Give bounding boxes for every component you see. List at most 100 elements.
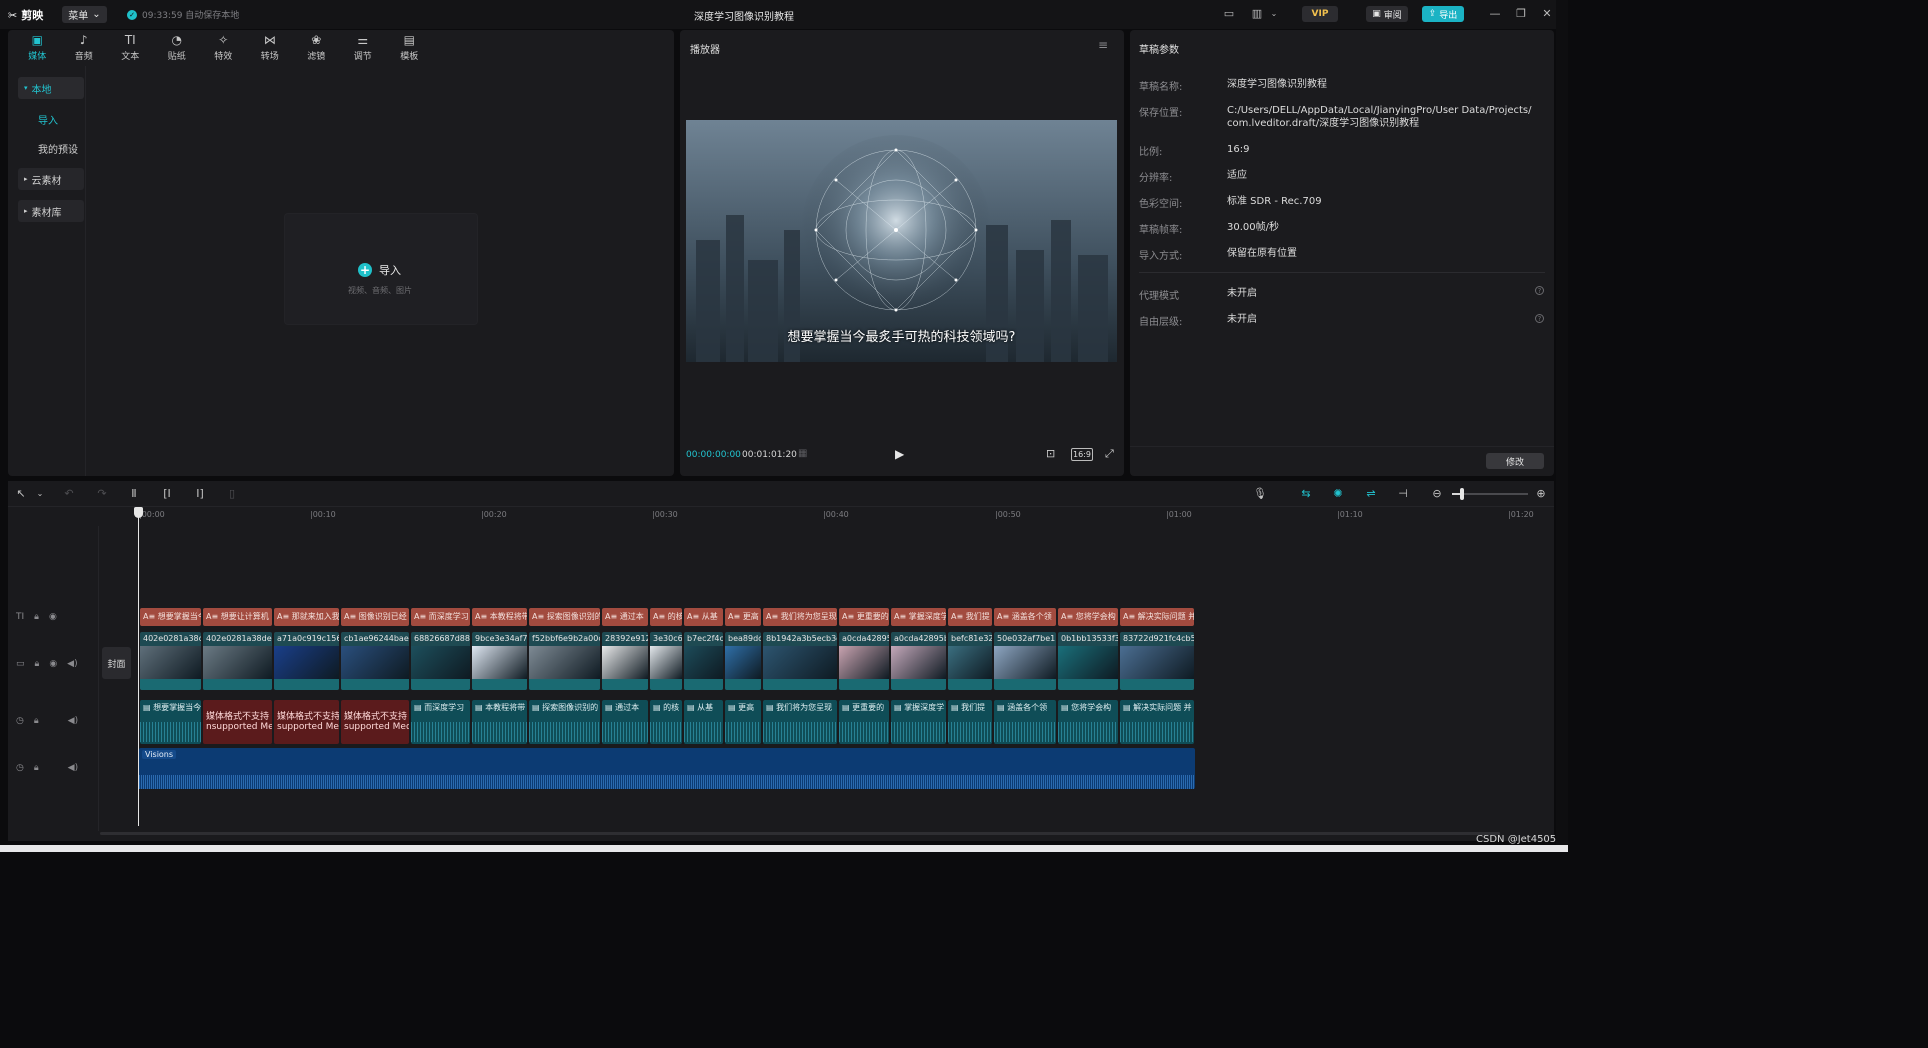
link-main-track-icon[interactable]: ⇆ <box>1298 487 1314 501</box>
video-clip[interactable]: 50e032af7be1l <box>994 632 1056 690</box>
speaker-icon[interactable]: ◀) <box>67 659 77 669</box>
timeline-scrollbar[interactable] <box>100 832 1500 835</box>
zoom-in-icon[interactable]: ⊕ <box>1534 487 1548 501</box>
unsupported-audio-clip[interactable]: 媒体格式不支持 supported Mec <box>274 700 339 744</box>
video-clip[interactable]: cb1ae96244bae8 <box>341 632 409 690</box>
video-clip[interactable]: 402e0281a38dec <box>203 632 272 690</box>
split-icon[interactable]: Ⅱ <box>127 487 141 501</box>
text-clip[interactable]: A≡ 掌握深度学 <box>891 608 946 626</box>
video-clip[interactable]: 3e30c6 <box>650 632 682 690</box>
video-clip[interactable]: 68826687d88 <box>411 632 470 690</box>
unsupported-audio-clip[interactable]: 媒体格式不支持 supported Med <box>341 700 409 744</box>
audio-clip[interactable]: ▤ 的核 <box>650 700 682 744</box>
text-clip[interactable]: A≡ 本教程将带 <box>472 608 527 626</box>
text-clip[interactable]: A≡ 的核 <box>650 608 682 626</box>
tab-media[interactable]: ▣ 媒体 <box>14 30 61 65</box>
video-clip[interactable]: 83722d921fc4cb5 <box>1120 632 1194 690</box>
select-tool-icon[interactable]: ↖ <box>14 487 28 501</box>
zoom-slider-handle[interactable] <box>1460 488 1464 500</box>
ratio-button[interactable]: 16:9 <box>1071 448 1093 461</box>
lock-icon[interactable]: 🔒︎ <box>35 659 40 669</box>
video-clip[interactable]: 9bce3e34af7 <box>472 632 527 690</box>
audio-clip[interactable]: ▤ 本教程将带 <box>472 700 527 744</box>
sidebar-item-cloud[interactable]: ▸ 云素材 <box>18 168 84 190</box>
lock-icon[interactable]: 🔒︎ <box>34 612 39 622</box>
fullscreen-icon[interactable]: ⤢ <box>1105 447 1114 461</box>
trim-right-icon[interactable]: Ⅰ] <box>193 487 207 501</box>
sidebar-item-library[interactable]: ▸ 素材库 <box>18 200 84 222</box>
text-clip[interactable]: A≡ 通过本 <box>602 608 648 626</box>
minimize-icon[interactable]: — <box>1488 7 1502 21</box>
tab-template[interactable]: ▤ 模板 <box>386 30 433 65</box>
video-clip[interactable]: f52bbf6e9b2a00c <box>529 632 600 690</box>
help-icon[interactable]: ? <box>1535 286 1544 295</box>
tab-transition[interactable]: ⋈ 转场 <box>247 30 294 65</box>
video-clip[interactable]: 8b1942a3b5ecb3d <box>763 632 837 690</box>
text-clip[interactable]: A≡ 探索图像识别的 <box>529 608 600 626</box>
text-clip[interactable]: A≡ 我们提 <box>948 608 992 626</box>
lock-icon[interactable]: 🔒︎ <box>34 763 39 773</box>
screenshot-icon[interactable]: ⊡ <box>1046 447 1055 460</box>
zoom-out-icon[interactable]: ⊖ <box>1430 487 1444 501</box>
trim-left-icon[interactable]: [Ⅰ <box>160 487 174 501</box>
cover-button[interactable]: 封面 <box>102 647 131 679</box>
review-button[interactable]: ▣ 审阅 <box>1366 6 1408 22</box>
sidebar-item-import[interactable]: 导入 <box>18 108 84 130</box>
delete-icon[interactable]: ▯ <box>225 487 239 501</box>
chevron-down-icon[interactable]: ⌄ <box>1266 7 1282 21</box>
text-clip[interactable]: A≡ 而深度学习 <box>411 608 470 626</box>
restore-icon[interactable]: ❐ <box>1514 7 1528 21</box>
audio-clip[interactable]: ▤ 从基 <box>684 700 723 744</box>
tab-sticker[interactable]: ◔ 贴纸 <box>154 30 201 65</box>
sidebar-item-local[interactable]: ▾ 本地 <box>18 77 84 99</box>
video-clip[interactable]: 28392e912 <box>602 632 648 690</box>
sidebar-item-my-presets[interactable]: 我的预设 <box>18 137 84 159</box>
text-clip[interactable]: A≡ 想要掌握当今 <box>140 608 201 626</box>
preview-axis-icon[interactable]: ⊣ <box>1396 487 1410 501</box>
export-button[interactable]: ⇪ 导出 <box>1422 6 1464 22</box>
audio-clip[interactable]: ▤ 通过本 <box>602 700 648 744</box>
video-clip[interactable]: a71a0c919c156 <box>274 632 339 690</box>
tab-effects[interactable]: ✧ 特效 <box>200 30 247 65</box>
modify-button[interactable]: 修改 <box>1486 453 1544 469</box>
close-icon[interactable]: ✕ <box>1540 7 1554 21</box>
hamburger-icon[interactable]: ≡ <box>1098 38 1108 52</box>
eye-icon[interactable]: ◉ <box>49 659 57 669</box>
text-clip[interactable]: A≡ 您将学会构 <box>1058 608 1118 626</box>
video-clip[interactable]: a0cda42895 <box>839 632 889 690</box>
tab-text[interactable]: TI 文本 <box>107 30 154 65</box>
tab-filter[interactable]: ❀ 滤镜 <box>293 30 340 65</box>
eye-icon[interactable]: ◉ <box>49 612 57 622</box>
microphone-icon[interactable]: 🎙 <box>1253 487 1267 501</box>
video-clip[interactable]: b7ec2f4c <box>684 632 723 690</box>
audio-clip[interactable]: ▤ 您将学会构 <box>1058 700 1118 744</box>
subtitle-icon[interactable]: ▭ <box>1221 7 1237 21</box>
video-clip[interactable]: befc81e32 <box>948 632 992 690</box>
text-clip[interactable]: A≡ 那就来加入我 <box>274 608 339 626</box>
audio-clip[interactable]: ▤ 想要掌握当今 <box>140 700 201 744</box>
tab-adjust[interactable]: ⚌ 调节 <box>340 30 387 65</box>
lock-icon[interactable]: 🔒︎ <box>34 716 39 726</box>
text-clip[interactable]: A≡ 图像识别已经 <box>341 608 409 626</box>
play-icon[interactable]: ▶ <box>895 447 909 461</box>
tab-audio[interactable]: ♪ 音频 <box>61 30 108 65</box>
unsupported-audio-clip[interactable]: 媒体格式不支持nsupported Med <box>203 700 272 744</box>
text-clip[interactable]: A≡ 涵盖各个领 <box>994 608 1056 626</box>
audio-clip[interactable]: ▤ 我们将为您呈现 <box>763 700 837 744</box>
audio-clip[interactable]: ▤ 而深度学习 <box>411 700 470 744</box>
video-clip[interactable]: bea89dc <box>725 632 761 690</box>
text-clip[interactable]: A≡ 更重要的 <box>839 608 889 626</box>
chevron-down-icon[interactable]: ⌄ <box>33 487 47 501</box>
audio-clip[interactable]: ▤ 更高 <box>725 700 761 744</box>
text-clip[interactable]: A≡ 我们将为您呈现 <box>763 608 837 626</box>
undo-icon[interactable]: ↶ <box>62 487 76 501</box>
audio-clip[interactable]: ▤ 解决实际问题 并 <box>1120 700 1194 744</box>
playhead-handle[interactable] <box>134 507 143 518</box>
audio-clip[interactable]: ▤ 探索图像识别的 <box>529 700 600 744</box>
text-clip[interactable]: A≡ 想要让计算机 <box>203 608 272 626</box>
frames-icon[interactable]: ▦ <box>798 448 807 459</box>
linkage-icon[interactable]: ⇌ <box>1363 487 1379 501</box>
audio-clip[interactable]: ▤ 涵盖各个领 <box>994 700 1056 744</box>
audio-clip[interactable]: ▤ 更重要的 <box>839 700 889 744</box>
speaker-icon[interactable]: ◀) <box>68 716 78 726</box>
